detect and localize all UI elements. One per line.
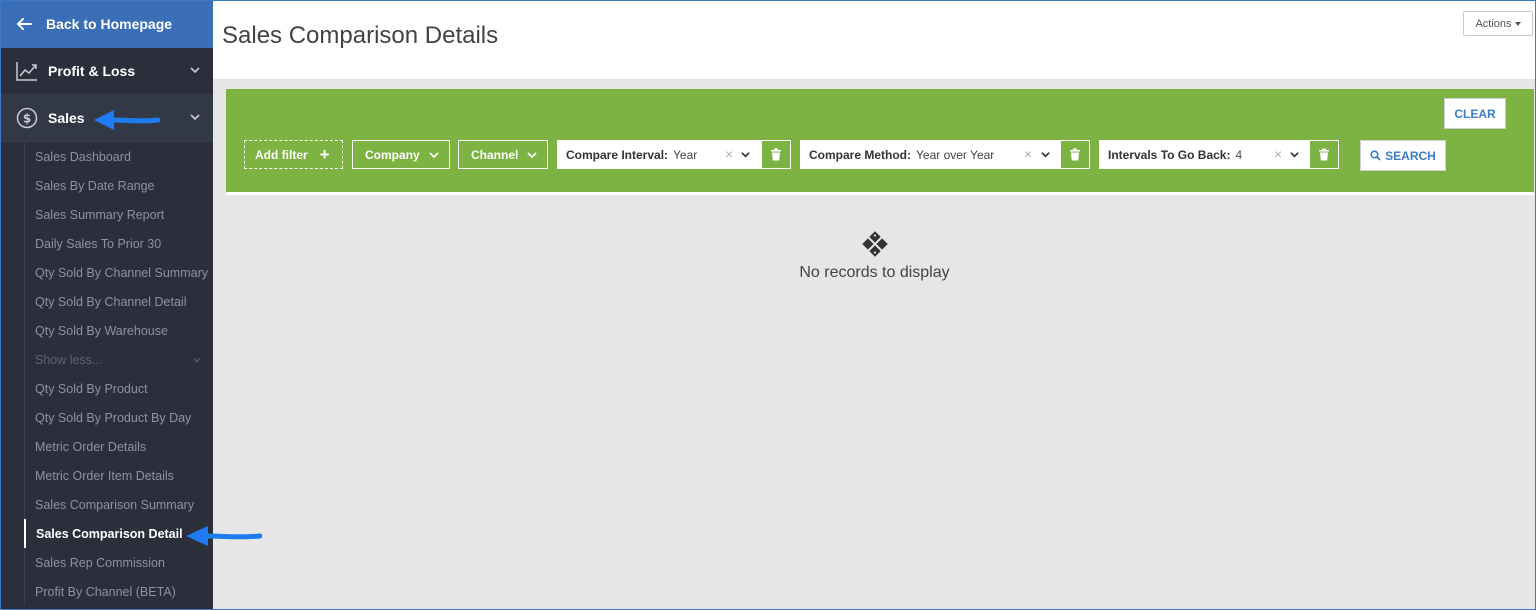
sidebar-item-sales-by-date-range[interactable]: Sales By Date Range [24, 171, 213, 200]
actions-dropdown-button[interactable]: Actions [1463, 11, 1533, 36]
svg-text:$: $ [23, 112, 31, 126]
main-content: CLEAR Add filter + Company Channel Compa… [213, 80, 1536, 610]
remove-compare-interval-button[interactable] [761, 140, 791, 169]
actions-label: Actions [1475, 17, 1512, 30]
back-label: Back to Homepage [46, 16, 173, 32]
annotation-arrow-icon [94, 110, 160, 130]
back-to-homepage-button[interactable]: Back to Homepage [0, 0, 213, 48]
chevron-down-icon[interactable] [740, 149, 751, 160]
trash-icon [1319, 148, 1329, 161]
compare-interval-value: Year [673, 147, 698, 162]
chevron-down-icon [190, 114, 200, 121]
clear-x-icon[interactable]: × [725, 146, 733, 162]
search-button[interactable]: SEARCH [1360, 140, 1446, 171]
chevron-down-icon [527, 151, 537, 158]
chevron-down-icon[interactable] [1289, 149, 1300, 160]
compare-method-value: Year over Year [916, 147, 995, 162]
show-less-label: Show less... [35, 352, 103, 367]
chevron-down-icon[interactable] [1040, 149, 1051, 160]
compare-interval-label: Compare Interval: [566, 147, 669, 162]
company-filter-button[interactable]: Company [352, 140, 450, 169]
sidebar-item-qty-channel-detail[interactable]: Qty Sold By Channel Detail [24, 287, 213, 316]
filter-panel: CLEAR Add filter + Company Channel Compa… [226, 89, 1534, 195]
dollar-circle-icon: $ [16, 107, 38, 129]
remove-compare-method-button[interactable] [1060, 140, 1090, 169]
sidebar-item-qty-channel-summary[interactable]: Qty Sold By Channel Summary [24, 258, 213, 287]
broken-grid-icon [861, 231, 888, 257]
channel-label: Channel [471, 147, 519, 162]
sidebar-item-sales-comparison-summary[interactable]: Sales Comparison Summary [24, 490, 213, 519]
caret-down-icon [1514, 21, 1521, 26]
page-title: Sales Comparison Details [222, 22, 499, 49]
sidebar-section-profit-loss[interactable]: Profit & Loss [0, 48, 213, 95]
sidebar-item-show-less[interactable]: Show less... [24, 345, 213, 374]
add-filter-button[interactable]: Add filter + [244, 140, 343, 169]
sidebar-item-metric-order-item-details[interactable]: Metric Order Item Details [24, 461, 213, 490]
section-label: Sales [48, 110, 85, 126]
compare-method-label: Compare Method: [809, 147, 911, 162]
sidebar-item-sales-rep-commission[interactable]: Sales Rep Commission [24, 548, 213, 577]
company-label: Company [365, 147, 420, 162]
sidebar: Back to Homepage Profit & Loss $ Sales S… [0, 0, 213, 610]
intervals-back-select[interactable]: Intervals To Go Back: 4 × [1099, 140, 1310, 169]
chevron-down-icon [193, 358, 201, 363]
sidebar-item-sales-dashboard[interactable]: Sales Dashboard [24, 142, 213, 171]
sidebar-item-qty-product-day[interactable]: Qty Sold By Product By Day [24, 403, 213, 432]
intervals-back-label: Intervals To Go Back: [1108, 147, 1231, 162]
sidebar-item-metric-order-details[interactable]: Metric Order Details [24, 432, 213, 461]
sales-submenu: Sales Dashboard Sales By Date Range Sale… [0, 142, 213, 606]
sidebar-item-sales-summary-report[interactable]: Sales Summary Report [24, 200, 213, 229]
clear-x-icon[interactable]: × [1274, 146, 1282, 162]
sidebar-item-profit-by-channel[interactable]: Profit By Channel (BETA) [24, 577, 213, 606]
plus-icon: + [319, 145, 330, 164]
chevron-down-icon [190, 67, 200, 74]
clear-x-icon[interactable]: × [1024, 146, 1032, 162]
intervals-back-value: 4 [1235, 147, 1243, 162]
search-label: SEARCH [1385, 148, 1436, 163]
empty-state: No records to display [213, 230, 1536, 282]
add-filter-label: Add filter [255, 147, 308, 162]
chevron-down-icon [429, 151, 439, 158]
page-header: Sales Comparison Details Actions [213, 0, 1536, 80]
no-records-text: No records to display [799, 264, 950, 281]
annotation-arrow-icon [186, 526, 262, 546]
channel-filter-button[interactable]: Channel [458, 140, 548, 169]
compare-interval-select[interactable]: Compare Interval: Year × [557, 140, 762, 169]
sidebar-item-qty-warehouse[interactable]: Qty Sold By Warehouse [24, 316, 213, 345]
clear-button[interactable]: CLEAR [1444, 98, 1506, 129]
remove-intervals-back-button[interactable] [1309, 140, 1339, 169]
search-icon [1370, 150, 1381, 161]
trash-icon [771, 148, 781, 161]
sidebar-item-daily-sales-prior-30[interactable]: Daily Sales To Prior 30 [24, 229, 213, 258]
trash-icon [1070, 148, 1080, 161]
arrow-left-icon [16, 15, 34, 33]
sidebar-item-qty-product[interactable]: Qty Sold By Product [24, 374, 213, 403]
chart-line-icon [16, 60, 38, 82]
section-label: Profit & Loss [48, 63, 136, 79]
compare-method-select[interactable]: Compare Method: Year over Year × [800, 140, 1061, 169]
